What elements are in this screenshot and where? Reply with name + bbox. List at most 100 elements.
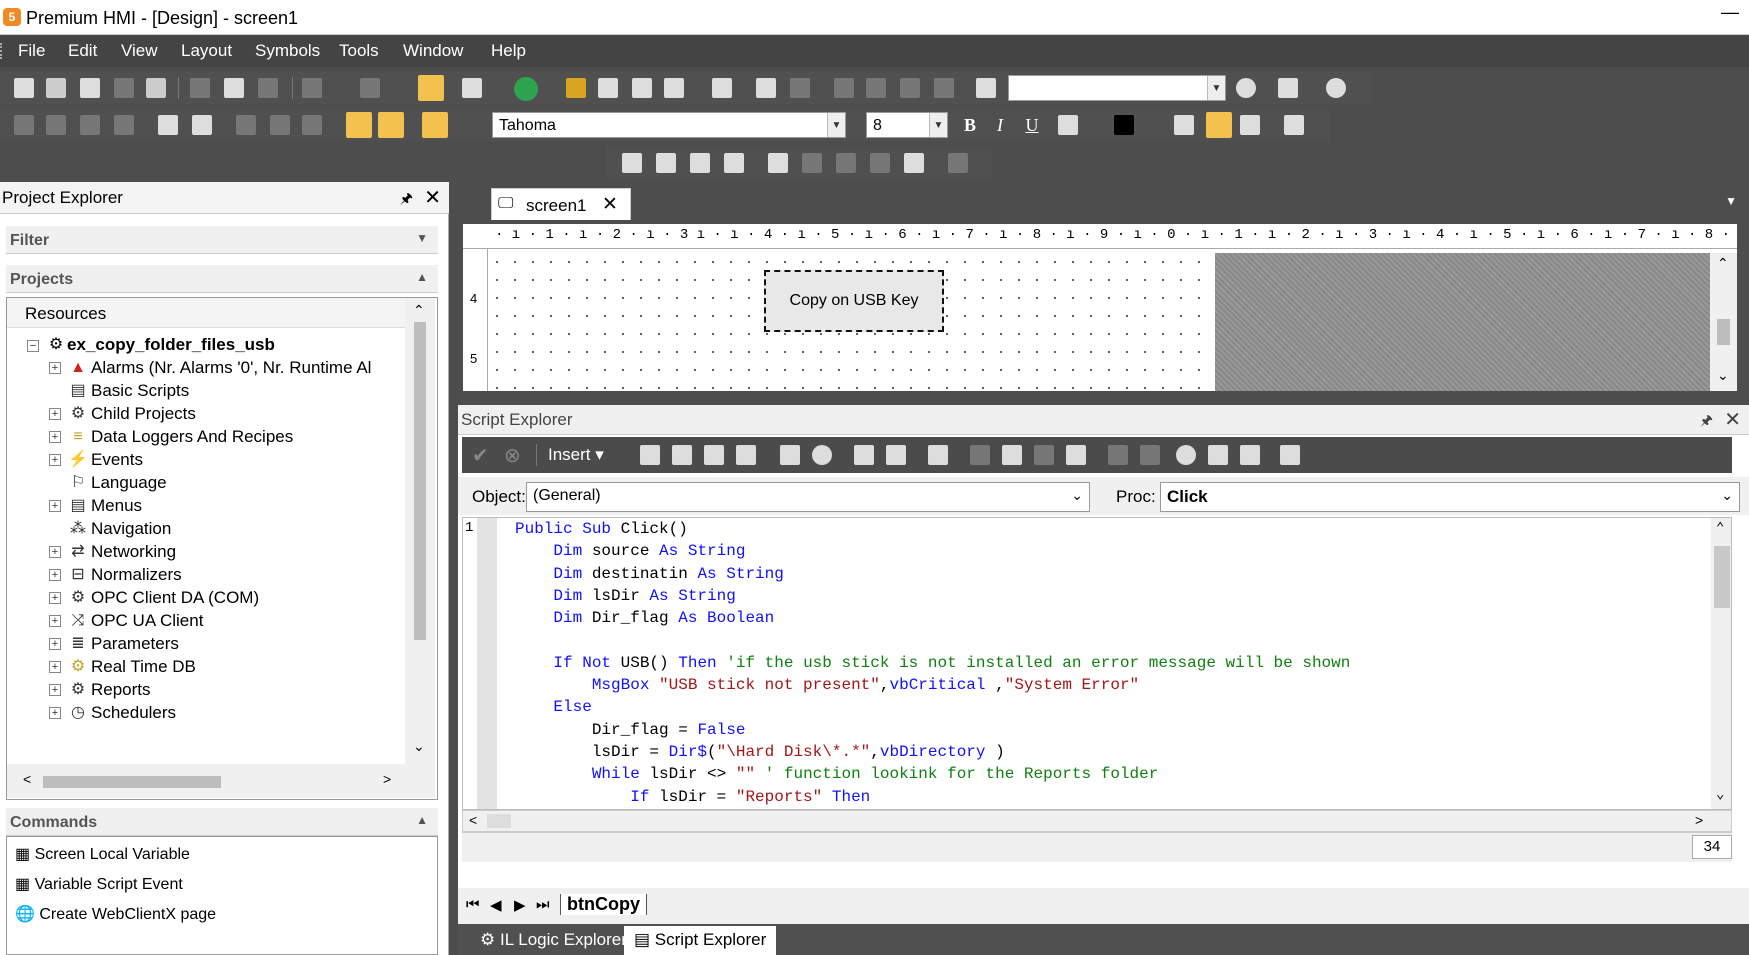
- align-a-icon[interactable]: [14, 115, 34, 135]
- ruler-toggle-icon[interactable]: [422, 112, 448, 138]
- clear-breakpoint-icon[interactable]: [886, 445, 906, 465]
- copy-on-usb-key-button[interactable]: Copy on USB Key: [764, 270, 944, 332]
- pin-icon[interactable]: 🖈: [1700, 410, 1713, 434]
- grid-icon[interactable]: [346, 112, 372, 138]
- lock-icon[interactable]: [836, 153, 856, 173]
- tool-b-icon[interactable]: [632, 78, 652, 98]
- command-variable-script-event[interactable]: ▦ Variable Script Event: [15, 874, 183, 894]
- redo-icon[interactable]: [360, 78, 380, 98]
- spell-icon[interactable]: [780, 445, 800, 465]
- font-name-combo[interactable]: Tahoma ▼: [492, 112, 846, 138]
- scroll-up-icon[interactable]: ⌃: [413, 302, 425, 319]
- copy-icon[interactable]: [1002, 445, 1022, 465]
- expand-icon[interactable]: +: [49, 431, 61, 443]
- cut-icon[interactable]: [970, 445, 990, 465]
- copy-icon[interactable]: [224, 78, 244, 98]
- command-create-webclientx-page[interactable]: 🌐 Create WebClientX page: [15, 904, 216, 924]
- help-icon[interactable]: [1326, 78, 1346, 98]
- undo-icon[interactable]: [302, 78, 322, 98]
- scroll-down-icon[interactable]: ⌄: [413, 738, 425, 755]
- breakpoint-margin[interactable]: [477, 518, 497, 809]
- align-right-icon[interactable]: [1240, 115, 1260, 135]
- align-center-icon[interactable]: [1206, 112, 1232, 138]
- first-icon[interactable]: ⏮: [466, 896, 480, 913]
- expand-icon[interactable]: +: [49, 454, 61, 466]
- hscroll-thumb[interactable]: [43, 776, 221, 788]
- tag-icon[interactable]: [712, 78, 732, 98]
- scroll-down-icon[interactable]: ⌄: [1717, 367, 1729, 384]
- menu-window[interactable]: Window: [403, 41, 463, 61]
- template-icon[interactable]: [948, 153, 968, 173]
- disabled-d-icon[interactable]: [900, 78, 920, 98]
- close-tab-icon[interactable]: ✕: [602, 193, 618, 216]
- align-b-icon[interactable]: [46, 115, 66, 135]
- fill-color-icon[interactable]: [1114, 115, 1134, 135]
- bring-front-icon[interactable]: [622, 153, 642, 173]
- ungroup-icon[interactable]: [802, 153, 822, 173]
- menu-view[interactable]: View: [121, 41, 158, 61]
- search-combo[interactable]: ▼: [1008, 75, 1226, 101]
- center-h-icon[interactable]: [158, 115, 178, 135]
- tab-il-logic-explorer[interactable]: ⚙ IL Logic Explorer: [470, 926, 637, 955]
- check-icon[interactable]: ✔: [472, 443, 489, 468]
- select-all-icon[interactable]: [1066, 445, 1086, 465]
- menu-grip[interactable]: [0, 43, 4, 59]
- menu-tools[interactable]: Tools: [339, 41, 379, 61]
- chevron-up-icon[interactable]: ▲: [416, 270, 428, 284]
- size-b-icon[interactable]: [270, 115, 290, 135]
- bold-button[interactable]: B: [958, 113, 982, 137]
- code-vscrollbar[interactable]: ⌃ ⌄: [1711, 518, 1731, 809]
- search-icon[interactable]: [1236, 78, 1256, 98]
- scroll-thumb[interactable]: [1714, 546, 1730, 608]
- expand-icon[interactable]: +: [49, 500, 61, 512]
- font-dialog-icon[interactable]: [1284, 115, 1304, 135]
- expand-icon[interactable]: +: [49, 638, 61, 650]
- expand-icon[interactable]: +: [49, 615, 61, 627]
- expand-icon[interactable]: +: [49, 408, 61, 420]
- save-all-icon[interactable]: [80, 78, 100, 98]
- hscroll-thumb[interactable]: [487, 814, 511, 828]
- find-icon[interactable]: [1176, 445, 1196, 465]
- table-icon[interactable]: [736, 445, 756, 465]
- send-back-icon[interactable]: [656, 153, 676, 173]
- collapse-icon[interactable]: −: [27, 340, 39, 352]
- align-c-icon[interactable]: [80, 115, 100, 135]
- tab-screen1[interactable]: 🖵 screen1 ✕: [491, 188, 631, 220]
- new-icon[interactable]: [14, 78, 34, 98]
- italic-button[interactable]: I: [988, 113, 1012, 137]
- projects-section[interactable]: Projects ▲: [6, 265, 438, 293]
- find-next-icon[interactable]: [1208, 445, 1228, 465]
- redo-icon[interactable]: [1140, 445, 1160, 465]
- object-select[interactable]: (General) ⌄: [526, 482, 1090, 512]
- scroll-right-icon[interactable]: >: [383, 771, 391, 787]
- expand-icon[interactable]: +: [49, 569, 61, 581]
- underline-button[interactable]: U: [1020, 113, 1044, 137]
- build-icon[interactable]: [462, 78, 482, 98]
- expand-icon[interactable]: +: [49, 362, 61, 374]
- tool-a-icon[interactable]: [598, 78, 618, 98]
- group-icon[interactable]: [768, 153, 788, 173]
- run-icon[interactable]: [514, 77, 538, 101]
- menu-help[interactable]: Help: [491, 41, 526, 61]
- paste-icon[interactable]: [1034, 445, 1054, 465]
- scroll-down-icon[interactable]: ⌄: [1716, 786, 1724, 803]
- chevron-down-icon[interactable]: ▼: [416, 231, 428, 245]
- picture-icon[interactable]: [904, 153, 924, 173]
- size-a-icon[interactable]: [236, 115, 256, 135]
- print-icon[interactable]: [1278, 78, 1298, 98]
- menu-edit[interactable]: Edit: [68, 41, 97, 61]
- window-icon[interactable]: [756, 78, 776, 98]
- design-vscrollbar[interactable]: ⌃ ⌄: [1710, 253, 1737, 391]
- insert-dropdown[interactable]: Insert ▾: [548, 445, 604, 465]
- command-screen-local-variable[interactable]: ▦ Screen Local Variable: [15, 844, 190, 864]
- print-setup-icon[interactable]: [146, 78, 166, 98]
- expand-icon[interactable]: +: [49, 707, 61, 719]
- prev-icon[interactable]: ◀: [490, 896, 502, 914]
- expand-icon[interactable]: +: [49, 546, 61, 558]
- center-v-icon[interactable]: [192, 115, 212, 135]
- save-icon[interactable]: [114, 78, 134, 98]
- next-icon[interactable]: ▶: [514, 896, 526, 914]
- cut-icon[interactable]: [190, 78, 210, 98]
- disabled-a-icon[interactable]: [790, 78, 810, 98]
- tabs-dropdown-icon[interactable]: ▼: [1725, 194, 1737, 208]
